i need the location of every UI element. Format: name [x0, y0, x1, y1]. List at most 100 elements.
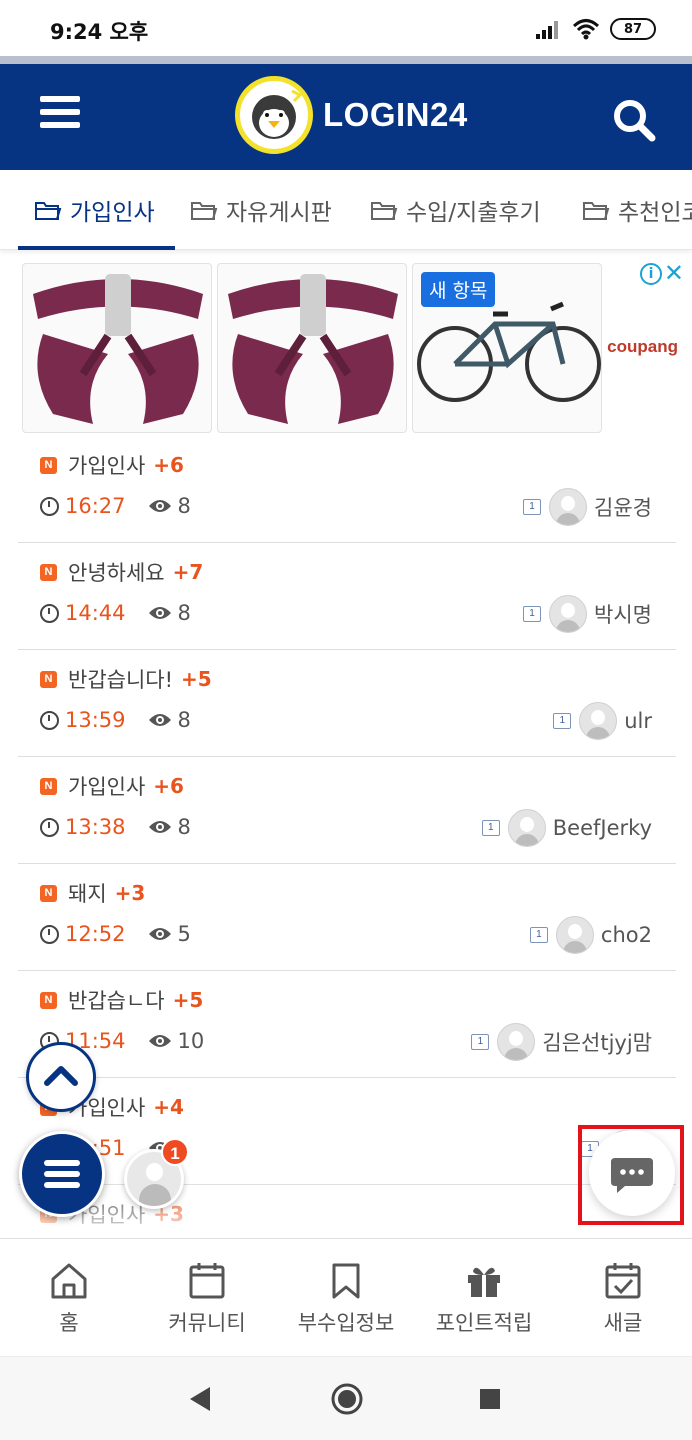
post-title[interactable]: 돼지 — [68, 878, 107, 908]
folder-icon — [191, 202, 218, 220]
search-icon[interactable] — [612, 98, 656, 142]
author-name: 김은선tjyj맘 — [542, 1031, 652, 1055]
folder-icon — [583, 202, 610, 220]
new-post-icon: N — [40, 456, 57, 474]
post-title[interactable]: 가입인사 — [68, 450, 145, 480]
floating-menu-button[interactable] — [19, 1131, 105, 1217]
nav-label: 홈 — [59, 1311, 79, 1335]
nav-new-posts[interactable]: 새글 — [554, 1261, 692, 1337]
level-badge-icon: 1 — [523, 499, 542, 515]
logo-text: LOGIN24 — [323, 96, 468, 133]
ad-close-icon[interactable]: ✕ — [664, 259, 684, 287]
comment-count: +3 — [114, 881, 146, 905]
post-time: 16:27 — [65, 494, 126, 518]
view-count: 8 — [177, 601, 191, 625]
status-divider — [0, 56, 692, 64]
eye-icon — [148, 1035, 171, 1047]
nav-label: 부수입정보 — [297, 1311, 395, 1335]
status-time: 9:24 오후 — [50, 20, 149, 44]
ad-product-harness[interactable] — [217, 263, 407, 433]
author[interactable]: 1 ulr — [553, 702, 652, 740]
signal-icon — [536, 21, 558, 39]
level-badge-icon: 1 — [523, 606, 542, 622]
tab-label: 가입인사 — [70, 200, 155, 226]
home-button-icon[interactable] — [330, 1382, 364, 1416]
post-title[interactable]: 안녕하세요 — [68, 557, 165, 587]
penguin-logo-icon — [235, 76, 313, 154]
tab-join-greeting[interactable]: 가입인사 — [34, 170, 155, 249]
tab-income-review[interactable]: 수입/지출후기 — [370, 170, 541, 249]
level-badge-icon: 1 — [481, 820, 500, 836]
new-post-icon: N — [40, 884, 57, 902]
author[interactable]: 1 박시명 — [523, 595, 652, 633]
new-item-badge: 새 항목 — [421, 272, 496, 307]
harness-image — [33, 274, 203, 424]
list-item[interactable]: N 돼지 +3 12:52 5 1 cho2 — [18, 864, 676, 971]
bookmark-icon — [332, 1263, 360, 1299]
author[interactable]: 1 김은선tjyj맘 — [471, 1023, 652, 1061]
clock-icon — [40, 603, 59, 623]
status-icons: 87 — [536, 18, 656, 40]
nav-side-income[interactable]: 부수입정보 — [277, 1261, 415, 1337]
nav-points[interactable]: 포인트적립 — [415, 1261, 553, 1337]
new-post-icon: N — [40, 777, 57, 795]
home-icon — [51, 1263, 87, 1299]
post-time: 14:44 — [65, 601, 126, 625]
tab-label: 자유게시판 — [226, 200, 332, 226]
ad-banner[interactable]: 새 항목 i ✕ coupang — [22, 259, 692, 433]
recents-icon[interactable] — [478, 1387, 502, 1411]
active-tab-indicator — [18, 246, 175, 250]
folder-icon — [371, 202, 398, 220]
ad-product-harness[interactable] — [22, 263, 212, 433]
nav-label: 새글 — [603, 1311, 643, 1335]
view-count: 8 — [177, 494, 191, 518]
new-post-icon: N — [40, 670, 57, 688]
nav-home[interactable]: 홈 — [0, 1261, 138, 1337]
chevron-up-icon — [44, 1066, 78, 1086]
tab-free-board[interactable]: 자유게시판 — [190, 170, 332, 249]
avatar — [549, 595, 588, 633]
post-title[interactable]: 반갑습니다! — [68, 664, 173, 694]
scroll-top-button[interactable] — [26, 1042, 96, 1112]
post-title[interactable]: 반갑습ㄴ다 — [68, 985, 165, 1015]
nav-community[interactable]: 커뮤니티 — [138, 1261, 276, 1337]
list-item[interactable]: N 반갑습니다! +5 13:59 8 1 ulr — [18, 650, 676, 757]
list-item[interactable]: N 가입인사 +6 16:27 8 1 김윤경 — [18, 436, 676, 543]
eye-icon — [148, 928, 171, 940]
view-count: 5 — [177, 922, 191, 946]
hamburger-menu-icon[interactable] — [40, 96, 80, 132]
ad-info-icon[interactable]: i — [640, 263, 662, 285]
list-item[interactable]: N 반갑습ㄴ다 +5 11:54 10 1 김은선tjyj맘 — [18, 971, 676, 1078]
view-count: 10 — [177, 1029, 205, 1053]
tab-label: 수입/지출후기 — [406, 200, 541, 226]
new-post-icon: N — [40, 563, 57, 581]
back-icon[interactable] — [188, 1385, 212, 1413]
post-time: 13:59 — [65, 708, 126, 732]
clock-icon — [40, 710, 59, 730]
tab-referral-code[interactable]: 추천인코드 — [582, 170, 692, 249]
system-nav-bar — [0, 1356, 692, 1440]
battery-icon: 87 — [610, 18, 656, 40]
ad-product-bicycle[interactable]: 새 항목 — [412, 263, 602, 433]
eye-icon — [148, 714, 171, 726]
logo[interactable]: LOGIN24 — [235, 76, 468, 154]
list-item[interactable]: N 가입인사 +6 13:38 8 1 BeefJerky — [18, 757, 676, 864]
list-item[interactable]: N 안녕하세요 +7 14:44 8 1 박시명 — [18, 543, 676, 650]
comment-count: +6 — [153, 774, 184, 798]
avatar — [497, 1023, 536, 1061]
author[interactable]: 1 BeefJerky — [481, 809, 652, 847]
author-name: cho2 — [600, 923, 652, 947]
app-header: LOGIN24 — [0, 64, 692, 170]
gift-icon — [468, 1267, 500, 1297]
author[interactable]: 1 cho2 — [529, 916, 652, 954]
comment-count: +5 — [172, 988, 204, 1012]
eye-icon — [148, 500, 171, 512]
post-time: 13:38 — [65, 815, 126, 839]
author-name: 박시명 — [594, 603, 652, 627]
category-tabs: 가입인사 자유게시판 수입/지출후기 추천인코드 — [0, 170, 692, 250]
author[interactable]: 1 김윤경 — [523, 488, 652, 526]
view-count: 8 — [177, 815, 191, 839]
view-count: 8 — [177, 708, 191, 732]
post-title[interactable]: 가입인사 — [68, 771, 145, 801]
nav-label: 커뮤니티 — [168, 1311, 246, 1335]
